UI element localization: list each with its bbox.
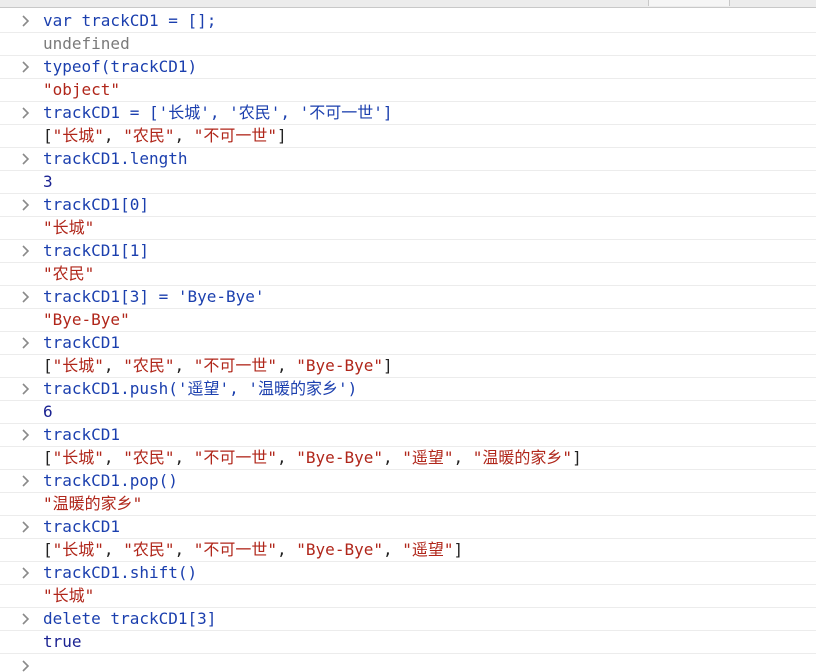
array-item: "Bye-Bye" — [296, 356, 383, 375]
array-item: "农民" — [123, 448, 175, 467]
console-input-text: trackCD1.pop() — [43, 471, 178, 490]
console-output-text: "长城" — [43, 218, 95, 237]
console-output-line: 6 — [0, 401, 816, 424]
console-input-line: trackCD1[1] — [0, 240, 816, 263]
array-item: "遥望" — [402, 540, 454, 559]
console-output-line: "长城" — [0, 585, 816, 608]
console-input-line: trackCD1 = ['长城', '农民', '不可一世'] — [0, 102, 816, 125]
console-output-text: "农民" — [43, 264, 95, 283]
console-input-text: trackCD1 — [43, 333, 121, 352]
console-output-array: ["长城", "农民", "不可一世", "Bye-Bye", "遥望"] — [0, 539, 816, 562]
console-output-text: ["长城", "农民", "不可一世", "Bye-Bye", "遥望"] — [43, 540, 464, 559]
array-item: "不可一世" — [193, 540, 278, 559]
console-input-text: trackCD1.push('遥望', '温暖的家乡') — [43, 379, 358, 398]
array-item: "遥望" — [402, 448, 454, 467]
console-input-line: trackCD1 — [0, 424, 816, 447]
chevron-right-icon — [22, 61, 30, 73]
console-output-line: "农民" — [0, 263, 816, 286]
chevron-right-icon — [22, 613, 30, 625]
console-output-text: 3 — [43, 172, 53, 191]
console-input-line: trackCD1[0] — [0, 194, 816, 217]
array-item: "Bye-Bye" — [296, 448, 383, 467]
console-output-text: true — [43, 632, 82, 651]
console-output-text: "object" — [43, 80, 121, 99]
console-input-line: trackCD1.push('遥望', '温暖的家乡') — [0, 378, 816, 401]
console-input-line: trackCD1 — [0, 332, 816, 355]
chevron-right-icon — [22, 15, 30, 27]
console-input-text: typeof(trackCD1) — [43, 57, 198, 76]
console-input-line: trackCD1.shift() — [0, 562, 816, 585]
devtools-top-bar — [0, 0, 816, 8]
array-item: "农民" — [123, 356, 175, 375]
console-output-array: ["长城", "农民", "不可一世"] — [0, 125, 816, 148]
array-item: "Bye-Bye" — [296, 540, 383, 559]
console-input-text: trackCD1 — [43, 517, 121, 536]
console-input-text: trackCD1.length — [43, 149, 188, 168]
array-item: "长城" — [52, 448, 104, 467]
console-output-line: true — [0, 631, 816, 654]
chevron-right-icon — [22, 567, 30, 579]
console-output-line: "长城" — [0, 217, 816, 240]
console-log[interactable]: var trackCD1 = []; undefined typeof(trackC… — [0, 10, 816, 667]
array-item: "不可一世" — [193, 448, 278, 467]
console-input-text: trackCD1 — [43, 425, 121, 444]
chevron-right-icon — [22, 429, 30, 441]
chevron-right-icon — [22, 383, 30, 395]
array-item: "长城" — [52, 126, 104, 145]
console-input-text: trackCD1[3] = 'Bye-Bye' — [43, 287, 265, 306]
console-input-line: var trackCD1 = []; — [0, 10, 816, 33]
console-output-line: 3 — [0, 171, 816, 194]
console-input-text: trackCD1 = ['长城', '农民', '不可一世'] — [43, 103, 393, 122]
console-output-array: ["长城", "农民", "不可一世", "Bye-Bye", "遥望", "温… — [0, 447, 816, 470]
console-output-array: ["长城", "农民", "不可一世", "Bye-Bye"] — [0, 355, 816, 378]
array-item: "温暖的家乡" — [472, 448, 573, 467]
chevron-right-icon — [22, 245, 30, 257]
console-output-text: "温暖的家乡" — [43, 494, 143, 513]
console-output-text: ["长城", "农民", "不可一世"] — [43, 126, 287, 145]
chevron-right-icon — [22, 291, 30, 303]
chevron-right-icon — [22, 107, 30, 119]
console-input-line: delete trackCD1[3] — [0, 608, 816, 631]
chevron-right-icon — [22, 337, 30, 349]
console-input-line: trackCD1.pop() — [0, 470, 816, 493]
console-input-text: trackCD1.shift() — [43, 563, 198, 582]
console-input-text: delete trackCD1[3] — [43, 609, 217, 628]
chevron-right-icon — [22, 153, 30, 165]
chevron-right-icon — [22, 660, 30, 672]
console-output-text: ["长城", "农民", "不可一世", "Bye-Bye", "遥望", "温… — [43, 448, 582, 467]
console-output-line: "Bye-Bye" — [0, 309, 816, 332]
array-item: "不可一世" — [193, 126, 278, 145]
console-output-text: "长城" — [43, 586, 95, 605]
console-input-text: trackCD1[0] — [43, 195, 149, 214]
array-item: "长城" — [52, 540, 104, 559]
console-output-line: undefined — [0, 33, 816, 56]
chevron-right-icon — [22, 475, 30, 487]
console-input-line: trackCD1.length — [0, 148, 816, 171]
array-item: "长城" — [52, 356, 104, 375]
console-input-text: trackCD1[1] — [43, 241, 149, 260]
array-item: "不可一世" — [193, 356, 278, 375]
console-input-line: typeof(trackCD1) — [0, 56, 816, 79]
console-output-line: "object" — [0, 79, 816, 102]
chevron-right-icon — [22, 199, 30, 211]
console-input-line: trackCD1[3] = 'Bye-Bye' — [0, 286, 816, 309]
array-item: "农民" — [123, 126, 175, 145]
console-output-text: "Bye-Bye" — [43, 310, 130, 329]
console-input-text: var trackCD1 = []; — [43, 11, 217, 30]
console-output-text: ["长城", "农民", "不可一世", "Bye-Bye"] — [43, 356, 393, 375]
array-item: "农民" — [123, 540, 175, 559]
console-output-line: "温暖的家乡" — [0, 493, 816, 516]
console-output-text: 6 — [43, 402, 53, 421]
devtools-top-tab[interactable] — [648, 0, 730, 6]
console-input-line: trackCD1 — [0, 516, 816, 539]
console-output-text: undefined — [43, 34, 130, 53]
chevron-right-icon — [22, 521, 30, 533]
